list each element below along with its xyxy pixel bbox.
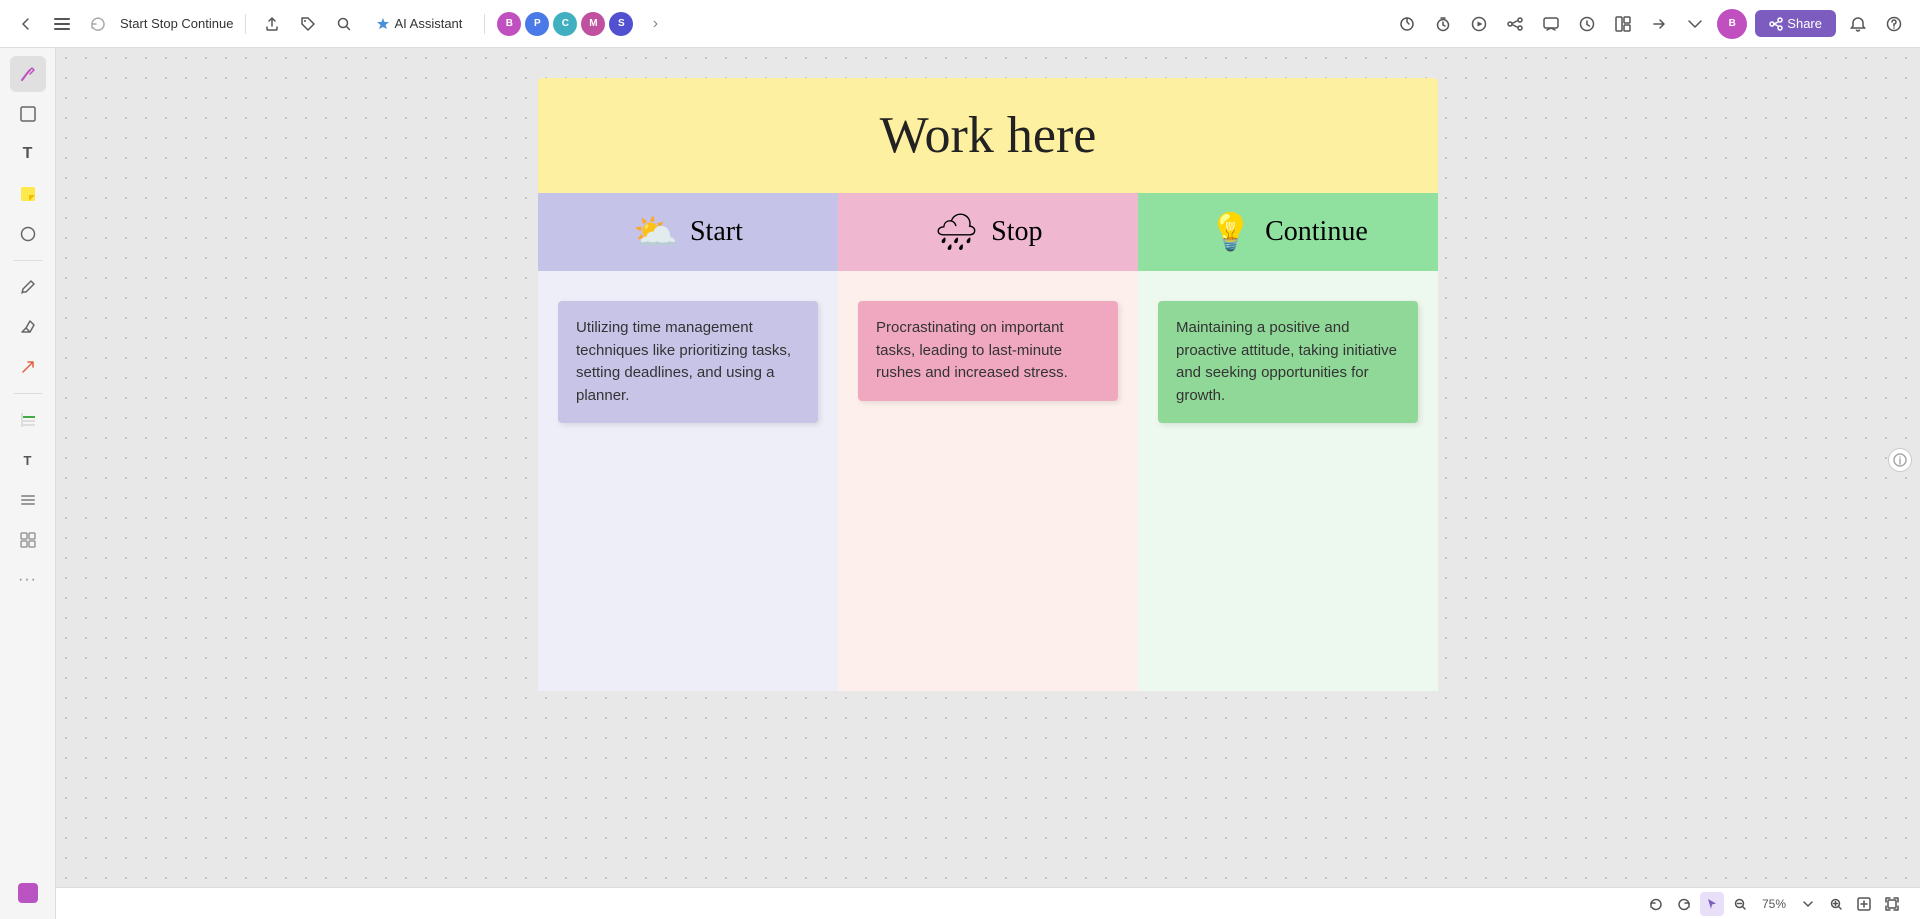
ai-assistant-button[interactable]: AI Assistant xyxy=(366,12,472,35)
column-stop: 🌧 Stop Procrastinating on important task… xyxy=(838,193,1138,691)
sidebar-divider-2 xyxy=(14,393,42,394)
avatar-2: P xyxy=(525,12,549,36)
column-start: ⛅ Start Utilizing time management techni… xyxy=(538,193,838,691)
continue-note[interactable]: Maintaining a positive and proactive att… xyxy=(1158,301,1418,423)
sidebar-sticky[interactable] xyxy=(10,176,46,212)
sidebar-list[interactable] xyxy=(10,482,46,518)
help-button[interactable] xyxy=(1880,10,1908,38)
toolbar-sep-1 xyxy=(245,14,246,34)
sidebar-theme[interactable] xyxy=(10,875,46,911)
board-container: Work here ⛅ Start Utilizing time managem… xyxy=(538,78,1438,691)
continue-label: Continue xyxy=(1265,216,1368,248)
start-label: Start xyxy=(690,216,743,248)
sidebar-text[interactable]: T xyxy=(10,136,46,172)
arrow-button[interactable] xyxy=(1645,10,1673,38)
chevron-down-button[interactable] xyxy=(1681,10,1709,38)
zoom-dropdown-button[interactable] xyxy=(1796,892,1820,916)
zoom-controls: 75% xyxy=(1644,892,1904,916)
columns-wrapper: ⛅ Start Utilizing time management techni… xyxy=(538,193,1438,691)
col-body-continue[interactable]: Maintaining a positive and proactive att… xyxy=(1138,271,1438,691)
info-button[interactable] xyxy=(1888,448,1912,472)
connect-button[interactable] xyxy=(1501,10,1529,38)
sidebar-frame[interactable] xyxy=(10,96,46,132)
share-label: Share xyxy=(1787,16,1822,31)
board-title: Work here xyxy=(558,106,1418,165)
column-continue: 💡 Continue Maintaining a positive and pr… xyxy=(1138,193,1438,691)
clock-button[interactable] xyxy=(1573,10,1601,38)
menu-button[interactable] xyxy=(48,10,76,38)
undo-button[interactable] xyxy=(1644,892,1668,916)
timer-button[interactable] xyxy=(1429,10,1457,38)
toolbar-sep-2 xyxy=(484,14,485,34)
start-note[interactable]: Utilizing time management techniques lik… xyxy=(558,301,818,423)
sidebar-connect[interactable] xyxy=(10,349,46,385)
layout-button[interactable] xyxy=(1609,10,1637,38)
user-avatar[interactable]: B xyxy=(1717,9,1747,39)
tag-button[interactable] xyxy=(294,10,322,38)
stop-note-text: Procrastinating on important tasks, lead… xyxy=(876,319,1068,381)
collab-avatars: B P C M S xyxy=(497,12,633,36)
avatar-3: C xyxy=(553,12,577,36)
zoom-level: 75% xyxy=(1756,897,1792,911)
col-header-start: ⛅ Start xyxy=(538,193,838,271)
col-body-start[interactable]: Utilizing time management techniques lik… xyxy=(538,271,838,691)
play-button[interactable] xyxy=(1465,10,1493,38)
top-toolbar: Start Stop Continue AI Assistant B P C M… xyxy=(0,0,1920,48)
sidebar-brush[interactable] xyxy=(10,56,46,92)
continue-note-text: Maintaining a positive and proactive att… xyxy=(1176,319,1397,404)
notifications-button[interactable] xyxy=(1844,10,1872,38)
expand-button[interactable] xyxy=(1880,892,1904,916)
comment-button[interactable] xyxy=(1537,10,1565,38)
sidebar-table[interactable] xyxy=(10,402,46,438)
sidebar-shape[interactable] xyxy=(10,216,46,252)
stop-note[interactable]: Procrastinating on important tasks, lead… xyxy=(858,301,1118,401)
search-button[interactable] xyxy=(330,10,358,38)
ai-assistant-label: AI Assistant xyxy=(394,16,462,31)
start-note-text: Utilizing time management techniques lik… xyxy=(576,319,791,404)
sidebar-text2[interactable]: T xyxy=(10,442,46,478)
stop-emoji: 🌧 xyxy=(933,211,979,253)
col-header-stop: 🌧 Stop xyxy=(838,193,1138,271)
avatar-4: M xyxy=(581,12,605,36)
bottom-bar: 75% xyxy=(56,887,1920,919)
toolbar-right-btn-1[interactable] xyxy=(1393,10,1421,38)
sidebar-grid[interactable] xyxy=(10,522,46,558)
export-button[interactable] xyxy=(258,10,286,38)
stop-label: Stop xyxy=(991,216,1042,248)
redo-button[interactable] xyxy=(1672,892,1696,916)
sidebar-eraser[interactable] xyxy=(10,309,46,345)
continue-emoji: 💡 xyxy=(1208,211,1253,253)
zoom-in-button[interactable] xyxy=(1824,892,1848,916)
zoom-out-button[interactable] xyxy=(1728,892,1752,916)
toolbar-right: B Share xyxy=(964,9,1908,39)
sync-button[interactable] xyxy=(84,10,112,38)
canvas-area[interactable]: Work here ⛅ Start Utilizing time managem… xyxy=(56,48,1920,887)
avatar-5: S xyxy=(609,12,633,36)
toolbar-left: Start Stop Continue AI Assistant B P C M… xyxy=(12,10,956,38)
app-title: Start Stop Continue xyxy=(120,16,233,31)
sidebar-more[interactable]: ··· xyxy=(10,562,46,598)
back-button[interactable] xyxy=(12,10,40,38)
cursor-button[interactable] xyxy=(1700,892,1724,916)
sidebar-pen[interactable] xyxy=(10,269,46,305)
sidebar-divider xyxy=(14,260,42,261)
left-sidebar: T T ··· xyxy=(0,48,56,919)
board-title-bar: Work here xyxy=(538,78,1438,193)
col-header-continue: 💡 Continue xyxy=(1138,193,1438,271)
fit-button[interactable] xyxy=(1852,892,1876,916)
start-emoji: ⛅ xyxy=(633,211,678,253)
share-button[interactable]: Share xyxy=(1755,10,1836,37)
more-button[interactable]: › xyxy=(641,10,669,38)
col-body-stop[interactable]: Procrastinating on important tasks, lead… xyxy=(838,271,1138,691)
avatar-1: B xyxy=(497,12,521,36)
